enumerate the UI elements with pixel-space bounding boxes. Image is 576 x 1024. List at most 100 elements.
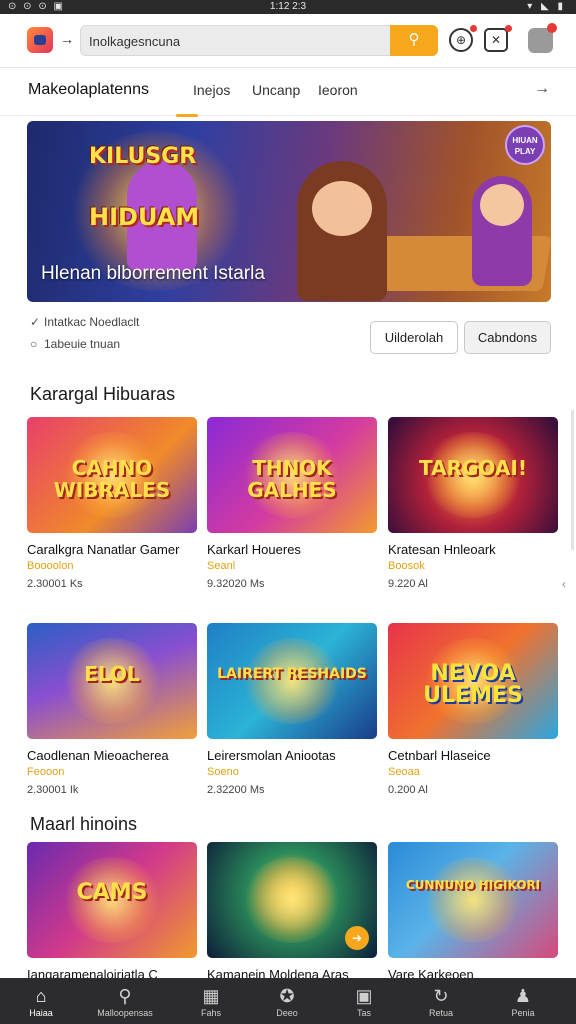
game-card[interactable]: NEVOA ULEMES Cetnbarl Hlaseice Seoaa 0.2… bbox=[388, 623, 558, 796]
featured-section-title: Karargal Hibuaras bbox=[30, 384, 176, 404]
hero-meta: ✓ Intatkac Noedlaclt ○ 1abeuie tnuan bbox=[30, 315, 139, 359]
thumbnail-title: CUNNUNO HIGIKORI bbox=[405, 878, 541, 892]
thumbnail-title: ELOL bbox=[84, 662, 140, 686]
game-stats: 9.32020 Ms bbox=[207, 578, 265, 590]
tab-uncanp[interactable]: Uncanp bbox=[252, 82, 300, 98]
game-thumbnail: ➜ bbox=[207, 842, 377, 958]
hero-character-right bbox=[472, 176, 532, 286]
scrollbar[interactable] bbox=[571, 410, 574, 550]
play-icon[interactable]: ➜ bbox=[345, 926, 369, 950]
game-name: Caralkgra Nanatlar Gamer bbox=[27, 542, 180, 557]
primary-action-button[interactable]: Uilderolah bbox=[370, 321, 458, 354]
game-name: Kratesan Hnleoark bbox=[388, 542, 496, 557]
search-input[interactable] bbox=[89, 31, 389, 51]
game-tag: Feooon bbox=[27, 766, 65, 778]
nav-games[interactable]: ✪ Deeo bbox=[246, 978, 328, 1024]
grid-icon: ▦ bbox=[202, 986, 220, 1006]
circle-icon: ○ bbox=[30, 337, 38, 351]
hero-logo-line1: KILUSGR bbox=[89, 144, 197, 169]
game-name: Karkarl Houeres bbox=[207, 542, 301, 557]
check-icon: ✓ bbox=[30, 315, 41, 329]
search-icon: ⚲ bbox=[118, 986, 132, 1006]
game-thumbnail: TARGOAI! bbox=[388, 417, 558, 533]
game-card[interactable]: ELOL Caodlenan Mieoacherea Feooon 2.3000… bbox=[27, 623, 197, 796]
notification-dot bbox=[470, 25, 477, 32]
game-stats: 9.220 Al bbox=[388, 578, 428, 590]
nav-label: Malloopensas bbox=[97, 1008, 153, 1018]
hero-caption: Hlenan blborrement Istarla bbox=[41, 263, 265, 284]
status-bar: ⊙ ⊙ ⊙ ▣ 1:12 2:3 ▾ ◣ ▮ bbox=[0, 0, 576, 14]
game-thumbnail: LAIRERT RESHAIDS bbox=[207, 623, 377, 739]
tab-inejos[interactable]: Inejos bbox=[193, 82, 230, 98]
back-arrow-icon[interactable]: → bbox=[60, 31, 74, 47]
nav-label: Fahs bbox=[200, 1008, 221, 1018]
avatar[interactable] bbox=[528, 23, 557, 53]
game-thumbnail: CAHNO WIBRALES bbox=[27, 417, 197, 533]
search-button[interactable]: ⚲ bbox=[390, 25, 438, 56]
tabs-more-arrow-icon[interactable]: → bbox=[534, 80, 550, 98]
thumbnail-title: LAIRERT RESHAIDS bbox=[217, 666, 367, 682]
game-tag: Boosok bbox=[388, 560, 425, 572]
game-card[interactable]: CUNNUNO HIGIKORI Vare Karkeoen bbox=[388, 842, 558, 982]
active-tab-indicator bbox=[176, 114, 198, 117]
hero-banner[interactable]: KILUSGR HIDUAM HIUAN PLAY Hlenan blborre… bbox=[27, 121, 551, 302]
status-icons-right: ▾ ◣ ▮ bbox=[527, 1, 566, 12]
thumbnail-title: TARGOAI! bbox=[419, 456, 527, 480]
game-name: Cetnbarl Hlaseice bbox=[388, 748, 491, 763]
nav-profile[interactable]: ♟ Penia bbox=[482, 978, 564, 1024]
thumbnail-title: NEVOA ULEMES bbox=[423, 661, 523, 708]
image-icon: ▣ bbox=[355, 986, 373, 1006]
nav-grid[interactable]: ▦ Fahs bbox=[170, 978, 252, 1024]
notification-button[interactable]: ⊕ bbox=[449, 25, 477, 52]
nav-refresh[interactable]: ↻ Retua bbox=[400, 978, 482, 1024]
section-header-title: Makeolaplatenns bbox=[28, 81, 149, 98]
app-logo-icon[interactable] bbox=[27, 27, 53, 53]
bottom-navigation: ⌂ Haiaa ⚲ Malloopensas ▦ Fahs ✪ Deeo ▣ T… bbox=[0, 978, 576, 1024]
status-time: 1:12 2:3 bbox=[269, 1, 307, 12]
game-thumbnail: CAMS bbox=[27, 842, 197, 958]
nav-gallery[interactable]: ▣ Tas bbox=[323, 978, 405, 1024]
game-card[interactable]: CAMS Iangaramenaloiriatla C bbox=[27, 842, 197, 982]
hero-logo-line2: HIDUAM bbox=[89, 203, 200, 231]
game-card[interactable]: ➜ Kamanein Moldena Aras bbox=[207, 842, 377, 982]
game-card[interactable]: TARGOAI! Kratesan Hnleoark Boosok 9.220 … bbox=[388, 417, 558, 590]
tab-ieoron[interactable]: Ieoron bbox=[318, 82, 358, 98]
game-card[interactable]: CAHNO WIBRALES Caralkgra Nanatlar Gamer … bbox=[27, 417, 197, 590]
nav-label: Penia bbox=[511, 1008, 535, 1018]
game-thumbnail: NEVOA ULEMES bbox=[388, 623, 558, 739]
meta-line-1: Intatkac Noedlaclt bbox=[44, 315, 140, 329]
home-icon: ⌂ bbox=[35, 986, 47, 1006]
game-stats: 2.30001 Ik bbox=[27, 784, 79, 796]
meta-line-2: 1abeuie tnuan bbox=[44, 337, 121, 351]
scroll-right-arrow-icon[interactable]: ‹ bbox=[562, 577, 566, 591]
avatar-badge bbox=[547, 23, 557, 33]
nav-label: Deeo bbox=[276, 1008, 298, 1018]
nav-label: Retua bbox=[428, 1008, 454, 1018]
notification-icon: ⊕ bbox=[455, 33, 467, 47]
profile-icon: ♟ bbox=[514, 986, 532, 1006]
tab-bar: Makeolaplatenns Inejos Uncanp Ieoron → bbox=[0, 68, 576, 117]
game-tag: Boooolon bbox=[27, 560, 74, 572]
secondary-action-button[interactable]: Cabndons bbox=[464, 321, 551, 354]
hero-character-center bbox=[297, 161, 387, 301]
game-tag: Soeno bbox=[207, 766, 239, 778]
refresh-icon: ↻ bbox=[433, 986, 449, 1006]
hero-logo: KILUSGR HIDUAM bbox=[89, 143, 199, 231]
gamepad-button[interactable]: ✕ bbox=[484, 25, 512, 52]
game-thumbnail: CUNNUNO HIGIKORI bbox=[388, 842, 558, 958]
thumbnail-title: THNOK GALHES bbox=[247, 456, 337, 502]
thumbnail-title: CAMS bbox=[76, 880, 148, 905]
thumbnail-title: CAHNO WIBRALES bbox=[53, 456, 171, 502]
top-bar: → ⚲ ⊕ ✕ bbox=[0, 14, 576, 68]
game-card[interactable]: THNOK GALHES Karkarl Houeres Seanl 9.320… bbox=[207, 417, 377, 590]
game-thumbnail: THNOK GALHES bbox=[207, 417, 377, 533]
nav-home[interactable]: ⌂ Haiaa bbox=[0, 978, 82, 1024]
game-card[interactable]: LAIRERT RESHAIDS Leirersmolan Aniootas S… bbox=[207, 623, 377, 796]
game-name: Caodlenan Mieoacherea bbox=[27, 748, 169, 763]
nav-search[interactable]: ⚲ Malloopensas bbox=[84, 978, 166, 1024]
game-thumbnail: ELOL bbox=[27, 623, 197, 739]
search-box: ⚲ bbox=[80, 25, 438, 56]
more-section-title: Maarl hinoins bbox=[30, 814, 138, 834]
game-tag: Seoaa bbox=[388, 766, 420, 778]
game-name: Leirersmolan Aniootas bbox=[207, 748, 336, 763]
